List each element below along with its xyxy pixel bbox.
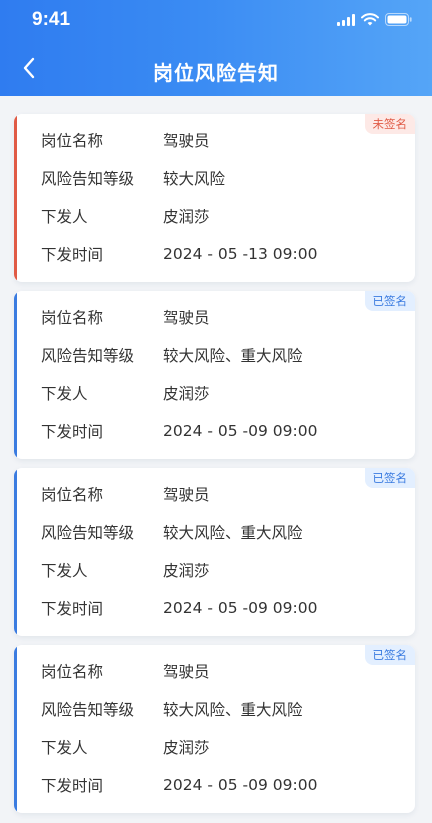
card-accent-bar	[14, 114, 17, 282]
field-row-issue-time: 下发时间 2024 - 05 -09 09:00	[41, 596, 317, 620]
app-header: 9:41 岗位风险告知	[0, 0, 432, 96]
field-label: 下发人	[41, 739, 88, 757]
field-label: 风险告知等级	[41, 524, 135, 542]
field-value-position: 驾驶员	[163, 309, 210, 327]
wifi-icon	[361, 11, 379, 30]
field-value-issuer: 皮润莎	[163, 562, 210, 580]
field-value-issuer: 皮润莎	[163, 385, 210, 403]
field-row-issuer: 下发人 皮润莎	[41, 735, 210, 759]
field-label: 下发人	[41, 562, 88, 580]
field-row-position: 岗位名称 驾驶员	[41, 128, 210, 152]
field-value-issuer: 皮润莎	[163, 739, 210, 757]
field-label: 岗位名称	[41, 309, 104, 327]
signature-status-badge: 已签名	[364, 468, 415, 488]
card-accent-bar	[14, 645, 17, 813]
signature-status-badge: 已签名	[364, 645, 415, 665]
field-row-risk-level: 风险告知等级 较大风险、重大风险	[41, 343, 303, 367]
card-accent-bar	[14, 468, 17, 636]
field-row-risk-level: 风险告知等级 较大风险	[41, 166, 225, 190]
field-row-issue-time: 下发时间 2024 - 05 -09 09:00	[41, 419, 317, 443]
field-row-issuer: 下发人 皮润莎	[41, 558, 210, 582]
status-time: 9:41	[32, 9, 71, 30]
field-value-risk-level: 较大风险、重大风险	[163, 347, 303, 365]
nav-bar: 岗位风险告知	[0, 46, 432, 92]
field-value-issue-time: 2024 - 05 -13 09:00	[163, 245, 318, 263]
signal-icon	[337, 11, 355, 30]
field-label: 下发时间	[41, 600, 104, 618]
field-value-position: 驾驶员	[163, 486, 210, 504]
status-icons	[337, 11, 412, 30]
risk-notice-card[interactable]: 未签名 岗位名称 驾驶员 风险告知等级 较大风险 下发人 皮润莎 下发时间 2024 -…	[14, 114, 415, 282]
battery-icon	[385, 11, 412, 30]
field-row-risk-level: 风险告知等级 较大风险、重大风险	[41, 697, 303, 721]
risk-notice-card[interactable]: 已签名 岗位名称 驾驶员 风险告知等级 较大风险、重大风险 下发人 皮润莎 下发时间 2…	[14, 468, 415, 636]
status-bar: 9:41	[0, 0, 432, 40]
risk-notice-card[interactable]: 已签名 岗位名称 驾驶员 风险告知等级 较大风险、重大风险 下发人 皮润莎 下发时间 2…	[14, 291, 415, 459]
field-label: 风险告知等级	[41, 170, 135, 188]
field-row-issuer: 下发人 皮润莎	[41, 381, 210, 405]
field-value-issue-time: 2024 - 05 -09 09:00	[163, 776, 318, 794]
field-label: 下发人	[41, 208, 88, 226]
field-label: 风险告知等级	[41, 347, 135, 365]
page-title: 岗位风险告知	[153, 61, 279, 85]
field-row-issuer: 下发人 皮润莎	[41, 204, 210, 228]
field-label: 下发时间	[41, 246, 104, 264]
field-label: 下发时间	[41, 423, 104, 441]
signature-status-badge: 未签名	[364, 114, 415, 134]
field-value-position: 驾驶员	[163, 663, 210, 681]
field-label: 岗位名称	[41, 486, 104, 504]
risk-notice-card[interactable]: 已签名 岗位名称 驾驶员 风险告知等级 较大风险、重大风险 下发人 皮润莎 下发时间 2…	[14, 645, 415, 813]
field-value-risk-level: 较大风险、重大风险	[163, 701, 303, 719]
risk-notice-list: 未签名 岗位名称 驾驶员 风险告知等级 较大风险 下发人 皮润莎 下发时间 2024 -…	[14, 114, 415, 822]
field-row-position: 岗位名称 驾驶员	[41, 659, 210, 683]
field-value-issue-time: 2024 - 05 -09 09:00	[163, 599, 318, 617]
field-value-issuer: 皮润莎	[163, 208, 210, 226]
field-label: 岗位名称	[41, 132, 104, 150]
field-row-risk-level: 风险告知等级 较大风险、重大风险	[41, 520, 303, 544]
field-row-issue-time: 下发时间 2024 - 05 -13 09:00	[41, 242, 317, 266]
field-value-issue-time: 2024 - 05 -09 09:00	[163, 422, 318, 440]
field-row-issue-time: 下发时间 2024 - 05 -09 09:00	[41, 773, 317, 797]
field-label: 风险告知等级	[41, 701, 135, 719]
field-label: 下发人	[41, 385, 88, 403]
field-row-position: 岗位名称 驾驶员	[41, 305, 210, 329]
signature-status-badge: 已签名	[364, 291, 415, 311]
field-row-position: 岗位名称 驾驶员	[41, 482, 210, 506]
field-value-position: 驾驶员	[163, 132, 210, 150]
card-accent-bar	[14, 291, 17, 459]
field-label: 下发时间	[41, 777, 104, 795]
field-label: 岗位名称	[41, 663, 104, 681]
field-value-risk-level: 较大风险、重大风险	[163, 524, 303, 542]
field-value-risk-level: 较大风险	[163, 170, 226, 188]
